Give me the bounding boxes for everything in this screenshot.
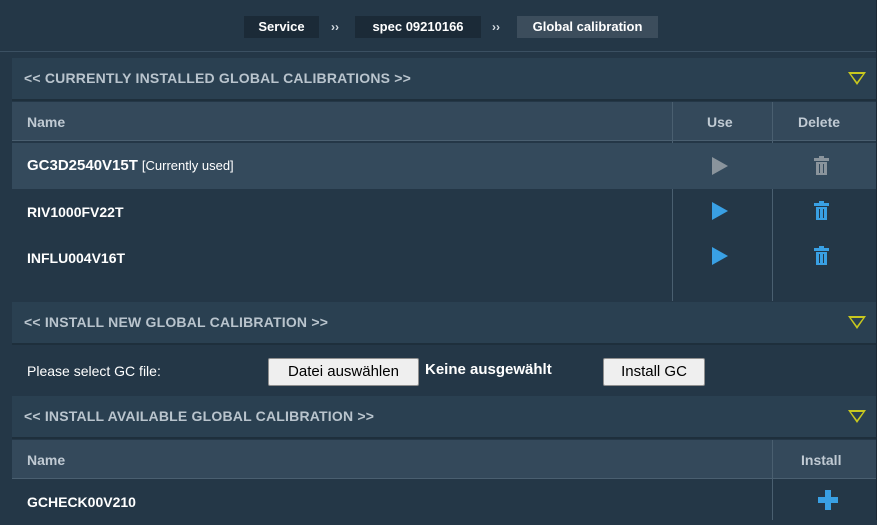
plus-icon[interactable] [818, 490, 838, 510]
trash-icon[interactable] [814, 201, 829, 220]
available-table-header: Name Install [12, 440, 876, 478]
column-delete: Delete [798, 114, 841, 130]
section-title: << CURRENTLY INSTALLED GLOBAL CALIBRATIO… [24, 70, 412, 86]
choose-file-button[interactable]: Datei auswählen [268, 358, 419, 386]
install-gc-button[interactable]: Install GC [603, 358, 705, 386]
collapse-triangle-icon[interactable] [848, 410, 866, 423]
section-title: << INSTALL NEW GLOBAL CALIBRATION >> [24, 314, 329, 330]
calibration-name: GCHECK00V210 [27, 494, 136, 510]
breadcrumb-separator: ›› [331, 20, 339, 34]
column-name: Name [27, 114, 66, 130]
file-label: Please select GC file: [27, 363, 161, 379]
calibration-name: INFLU004V16T [27, 250, 126, 266]
table-row: GCHECK00V210 [12, 479, 876, 525]
calibration-name: RIV1000FV22T [27, 204, 124, 220]
section-installed-header[interactable]: << CURRENTLY INSTALLED GLOBAL CALIBRATIO… [12, 58, 876, 101]
breadcrumb-separator: ›› [492, 20, 500, 34]
column-name: Name [27, 452, 66, 468]
page: Service ›› spec 09210166 ›› Global calib… [0, 0, 877, 520]
column-install: Install [801, 452, 842, 468]
play-icon [712, 157, 728, 175]
breadcrumb-service[interactable]: Service [244, 16, 319, 38]
trash-icon[interactable] [814, 246, 829, 265]
breadcrumb-spec[interactable]: spec 09210166 [355, 16, 481, 38]
breadcrumb: Service ›› spec 09210166 ›› Global calib… [0, 0, 876, 52]
no-file-text: Keine ausgewählt [425, 361, 552, 378]
collapse-triangle-icon[interactable] [848, 316, 866, 329]
header-divider [12, 140, 876, 141]
play-icon[interactable] [712, 202, 728, 220]
table-row: INFLU004V16T [12, 235, 876, 281]
section-install-new-header[interactable]: << INSTALL NEW GLOBAL CALIBRATION >> [12, 302, 876, 345]
current-tag: [Currently used] [141, 158, 234, 173]
table-row: GC3D2540V15T [Currently used] [12, 143, 876, 189]
breadcrumb-global-calibration: Global calibration [517, 16, 658, 38]
play-icon[interactable] [712, 247, 728, 265]
calibration-name: GC3D2540V15T [Currently used] [27, 157, 234, 174]
trash-icon [814, 156, 829, 175]
section-available-header[interactable]: << INSTALL AVAILABLE GLOBAL CALIBRATION … [12, 396, 876, 439]
collapse-triangle-icon[interactable] [848, 72, 866, 85]
table-row: RIV1000FV22T [12, 189, 876, 235]
installed-table-header: Name Use Delete [12, 102, 876, 140]
column-use: Use [707, 114, 733, 130]
section-title: << INSTALL AVAILABLE GLOBAL CALIBRATION … [24, 408, 375, 424]
